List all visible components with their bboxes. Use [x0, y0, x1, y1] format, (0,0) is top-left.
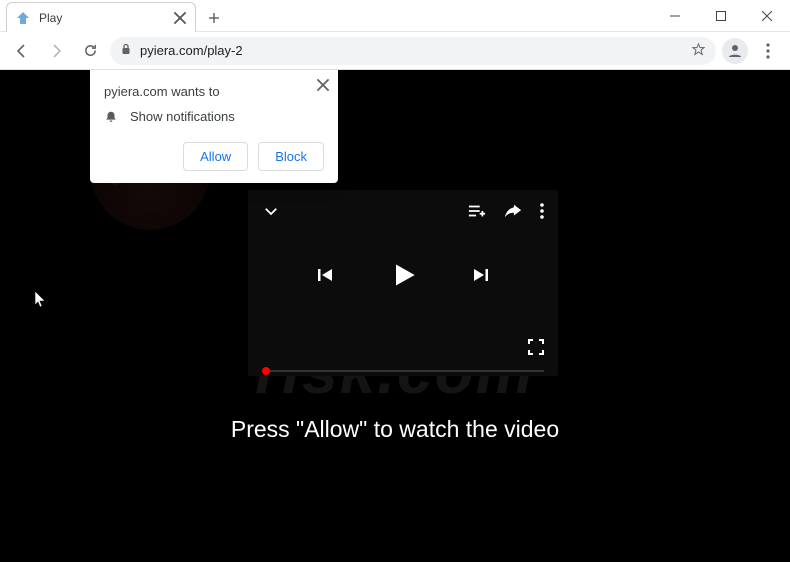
nav-forward-button[interactable]	[42, 37, 70, 65]
new-tab-button[interactable]	[200, 4, 228, 32]
address-bar[interactable]: pyiera.com/play-2	[110, 37, 716, 65]
tab-close-button[interactable]	[173, 11, 187, 25]
block-button[interactable]: Block	[258, 142, 324, 171]
progress-bar[interactable]	[262, 370, 544, 372]
previous-track-button[interactable]	[315, 265, 335, 285]
browser-toolbar: pyiera.com/play-2	[0, 32, 790, 70]
lock-icon	[120, 43, 132, 58]
window-maximize-button[interactable]	[698, 0, 744, 31]
allow-button[interactable]: Allow	[183, 142, 248, 171]
tab-strip: Play	[0, 0, 228, 32]
bookmark-star-icon[interactable]	[691, 42, 706, 60]
play-button[interactable]	[389, 261, 417, 289]
tab-favicon	[15, 10, 31, 26]
progress-handle[interactable]	[262, 367, 270, 375]
page-content: PC risk.com	[0, 70, 790, 562]
fullscreen-button[interactable]	[528, 339, 544, 355]
share-icon[interactable]	[504, 203, 522, 219]
queue-add-icon[interactable]	[468, 203, 486, 219]
mouse-cursor-icon	[34, 290, 48, 313]
notification-permission-popup: pyiera.com wants to Show notifications A…	[90, 70, 338, 183]
window-minimize-button[interactable]	[652, 0, 698, 31]
more-icon[interactable]	[540, 203, 544, 219]
next-track-button[interactable]	[471, 265, 491, 285]
popup-permission-label: Show notifications	[130, 109, 235, 124]
address-bar-url: pyiera.com/play-2	[140, 43, 243, 58]
popup-title: pyiera.com wants to	[104, 84, 324, 99]
nav-reload-button[interactable]	[76, 37, 104, 65]
cta-text: Press "Allow" to watch the video	[0, 416, 790, 443]
window-close-button[interactable]	[744, 0, 790, 31]
nav-back-button[interactable]	[8, 37, 36, 65]
browser-tab[interactable]: Play	[6, 2, 196, 32]
profile-avatar-button[interactable]	[722, 38, 748, 64]
bell-icon	[104, 110, 118, 124]
popup-close-button[interactable]	[316, 78, 330, 92]
collapse-icon[interactable]	[262, 202, 280, 220]
browser-menu-button[interactable]	[754, 37, 782, 65]
tab-title: Play	[39, 11, 165, 25]
video-player	[248, 190, 558, 376]
